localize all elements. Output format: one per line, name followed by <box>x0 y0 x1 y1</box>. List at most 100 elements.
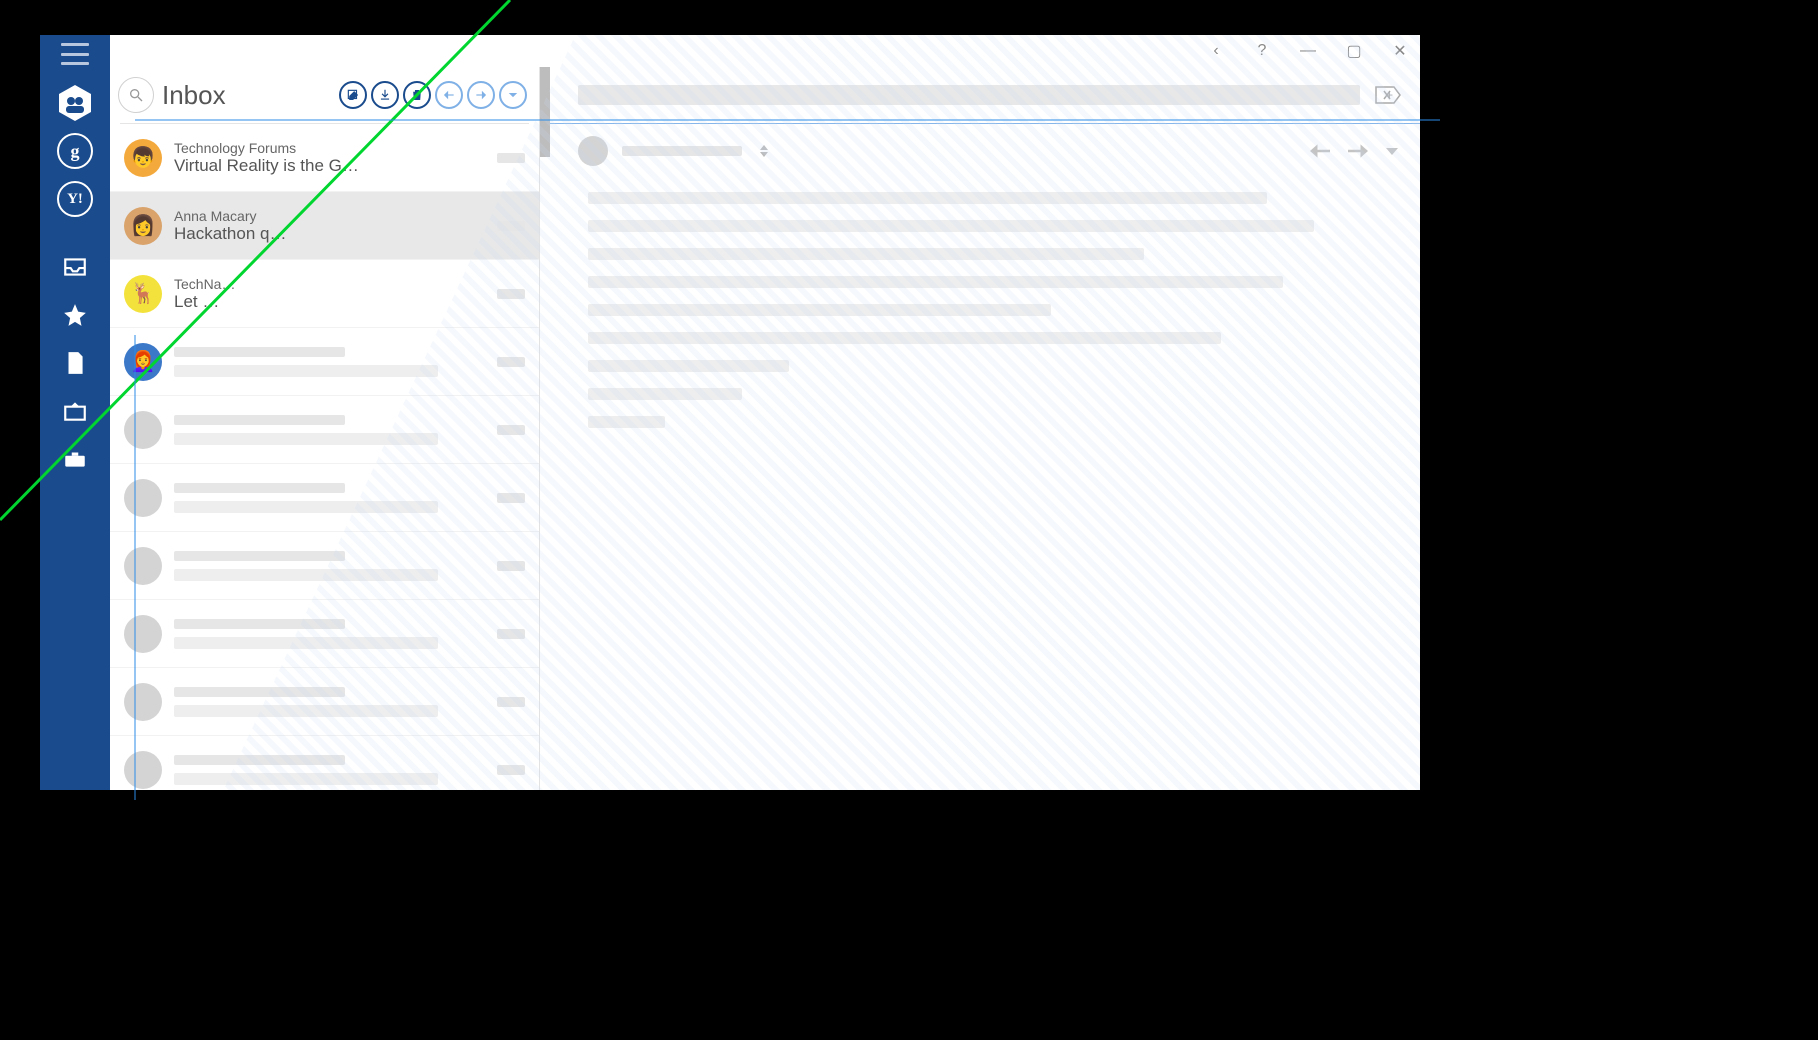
reply-button[interactable] <box>435 81 463 109</box>
message-from: TechNa… <box>174 276 485 292</box>
message-row[interactable]: 👩 Anna MacaryHackathon q… <box>110 192 539 260</box>
message-meta <box>497 629 525 639</box>
message-from: Technology Forums <box>174 140 485 156</box>
download-button[interactable] <box>371 81 399 109</box>
nav-tools[interactable] <box>57 441 93 477</box>
message-row[interactable] <box>110 736 539 790</box>
message-subject <box>174 637 438 649</box>
back-button[interactable]: ‹ <box>1202 37 1230 65</box>
avatar <box>124 751 162 789</box>
message-meta <box>497 561 525 571</box>
message-meta <box>497 425 525 435</box>
scrollbar-thumb[interactable] <box>540 67 550 157</box>
window-titlebar: ‹ ? — ▢ ✕ <box>110 35 1420 67</box>
reply-icon[interactable] <box>1310 143 1330 159</box>
account-all[interactable] <box>57 85 93 121</box>
message-row[interactable]: 👦 Technology ForumsVirtual Reality is the… <box>110 124 539 192</box>
body-line <box>588 304 1051 316</box>
sender-avatar <box>578 136 608 166</box>
compose-button[interactable] <box>339 81 367 109</box>
message-subject <box>174 433 438 445</box>
help-button[interactable]: ? <box>1248 37 1276 65</box>
svg-text:+: + <box>1386 88 1393 102</box>
message-meta <box>497 697 525 707</box>
body-line <box>588 388 742 400</box>
message-row[interactable] <box>110 396 539 464</box>
message-meta <box>497 289 525 299</box>
nav-starred[interactable] <box>57 297 93 333</box>
close-button[interactable]: ✕ <box>1386 37 1414 65</box>
minimize-button[interactable]: — <box>1294 37 1322 65</box>
reader-toolbar: + <box>540 67 1420 123</box>
body-line <box>588 192 1267 204</box>
account-google[interactable]: g <box>57 133 93 169</box>
more-button[interactable] <box>499 81 527 109</box>
sidebar-rail: g Y! <box>40 35 110 790</box>
forward-icon[interactable] <box>1348 143 1368 159</box>
tag-icon[interactable]: + <box>1374 83 1402 107</box>
message-subject <box>174 501 438 513</box>
nav-outbox[interactable] <box>57 393 93 429</box>
message-subject: Virtual Reality is the G… <box>174 156 485 176</box>
message-from <box>174 755 345 765</box>
message-from <box>174 483 345 493</box>
expand-toggle[interactable] <box>760 145 768 157</box>
message-meta <box>497 493 525 503</box>
sender-placeholder <box>622 146 742 156</box>
message-row[interactable] <box>110 464 539 532</box>
message-header <box>540 124 1420 174</box>
avatar: 👩‍🦰 <box>124 343 162 381</box>
delete-button[interactable] <box>403 81 431 109</box>
body-line <box>588 332 1221 344</box>
avatar: 🦌 <box>124 275 162 313</box>
message-list: 👦 Technology ForumsVirtual Reality is the… <box>110 124 539 790</box>
maximize-button[interactable]: ▢ <box>1340 37 1368 65</box>
message-subject: Hackathon q… <box>174 224 485 244</box>
message-list-column: Inbox 👦 Technology ForumsVirtual Reality … <box>110 67 540 790</box>
avatar: 👩 <box>124 207 162 245</box>
avatar <box>124 615 162 653</box>
search-icon[interactable] <box>118 77 154 113</box>
avatar <box>124 547 162 585</box>
message-subject <box>174 365 438 377</box>
message-subject: Let … <box>174 292 485 312</box>
avatar: 👦 <box>124 139 162 177</box>
message-meta <box>497 357 525 367</box>
message-meta <box>497 765 525 775</box>
message-from <box>174 347 345 357</box>
header-more-icon[interactable] <box>1386 148 1398 155</box>
message-from <box>174 687 345 697</box>
account-yahoo[interactable]: Y! <box>57 181 93 217</box>
avatar <box>124 479 162 517</box>
message-row[interactable] <box>110 668 539 736</box>
avatar <box>124 411 162 449</box>
list-header: Inbox <box>110 67 539 123</box>
body-line <box>588 220 1314 232</box>
message-row[interactable] <box>110 532 539 600</box>
message-subject <box>174 773 438 785</box>
message-meta <box>497 153 525 163</box>
forward-button[interactable] <box>467 81 495 109</box>
main-area: ‹ ? — ▢ ✕ Inbox <box>110 35 1420 790</box>
message-row[interactable]: 🦌 TechNa…Let … <box>110 260 539 328</box>
message-from <box>174 619 345 629</box>
menu-icon[interactable] <box>61 43 89 65</box>
message-body <box>540 174 1420 444</box>
message-subject <box>174 705 438 717</box>
folder-title: Inbox <box>162 80 226 111</box>
reading-pane: + <box>540 67 1420 790</box>
message-from: Anna Macary <box>174 208 485 224</box>
nav-inbox[interactable] <box>57 249 93 285</box>
message-subject <box>174 569 438 581</box>
message-from <box>174 551 345 561</box>
nav-drafts[interactable] <box>57 345 93 381</box>
avatar <box>124 683 162 721</box>
body-line <box>588 360 789 372</box>
message-from <box>174 415 345 425</box>
message-row[interactable] <box>110 600 539 668</box>
body-line <box>588 416 665 428</box>
body-line <box>588 248 1144 260</box>
app-window: g Y! ‹ ? — ▢ ✕ <box>40 35 1420 790</box>
body-line <box>588 276 1283 288</box>
message-row[interactable]: 👩‍🦰 <box>110 328 539 396</box>
